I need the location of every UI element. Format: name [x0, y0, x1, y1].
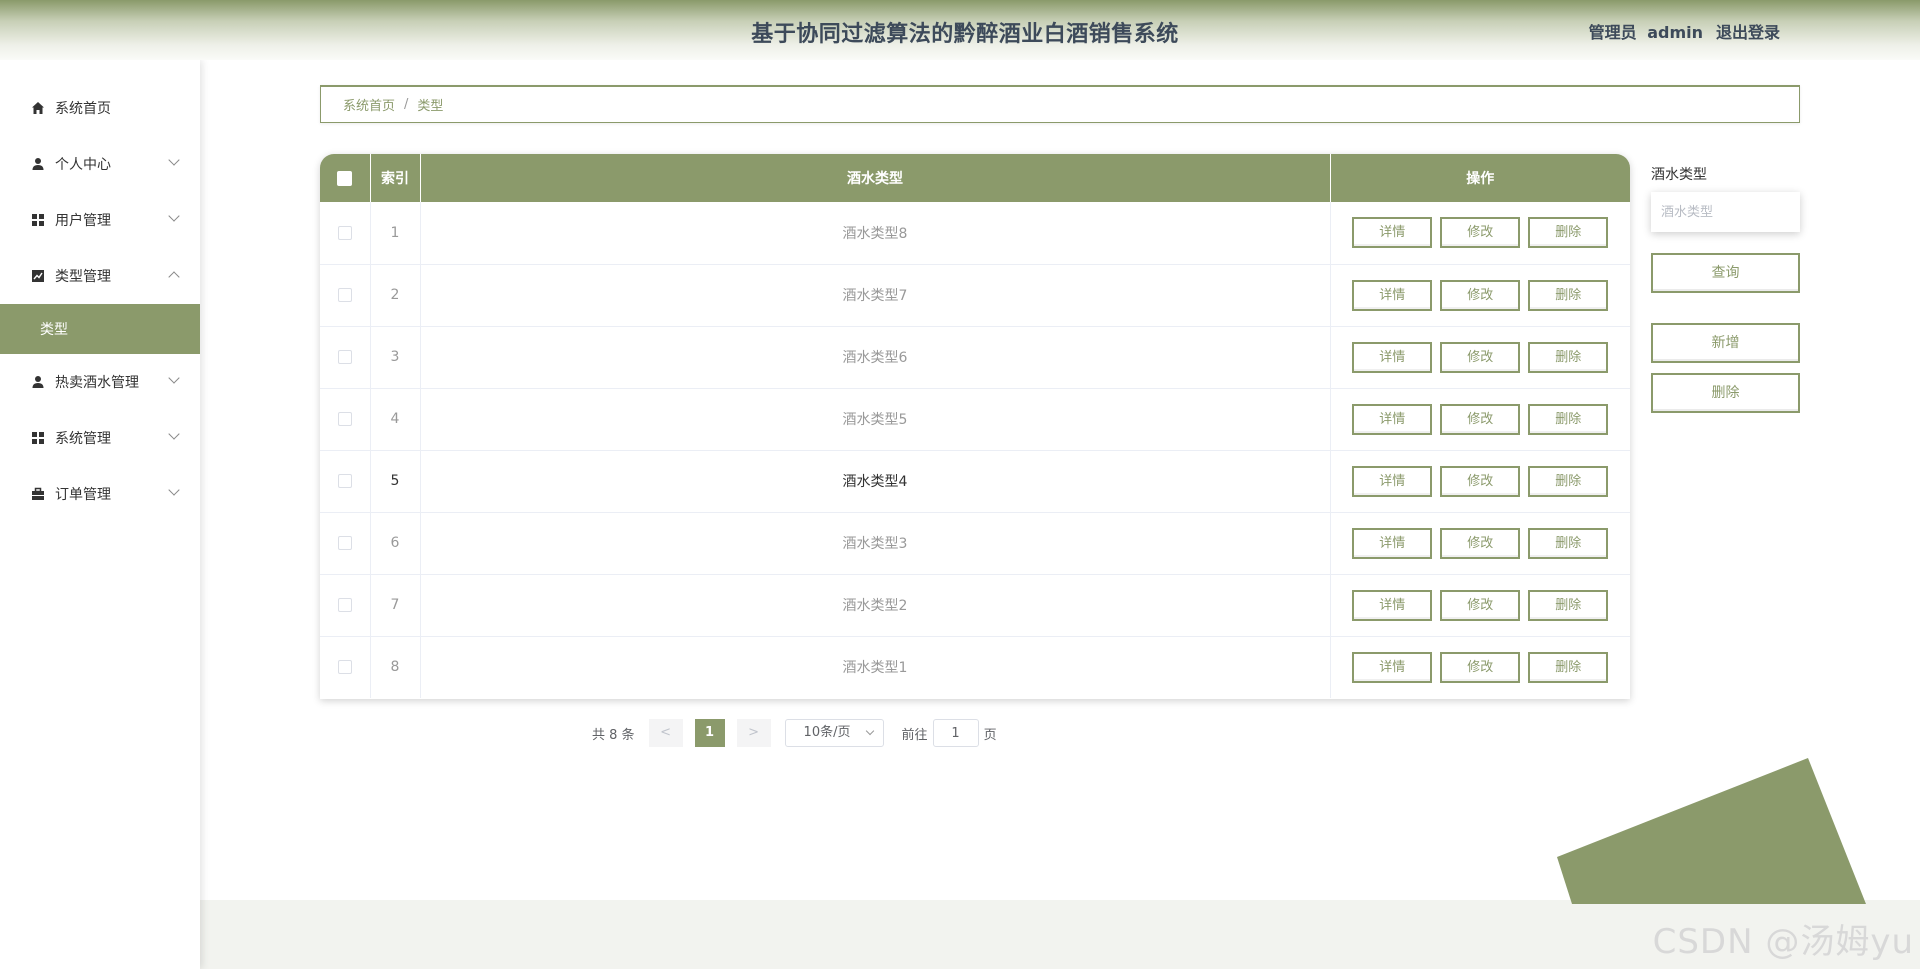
sidebar-item-label: 系统首页 — [55, 101, 111, 117]
sidebar-item-label: 类型管理 — [55, 269, 111, 285]
sidebar-item-users[interactable]: 用户管理 — [0, 192, 200, 248]
chevron-down-icon — [168, 154, 180, 166]
user-name: admin — [1647, 23, 1703, 42]
chevron-down-icon — [168, 372, 180, 384]
sidebar-item-label: 系统管理 — [55, 431, 111, 447]
sidebar-item-type-mgmt[interactable]: 类型管理 — [0, 248, 200, 304]
user-role: 管理员 — [1588, 23, 1637, 42]
sidebar-item-home[interactable]: 系统首页 — [0, 80, 200, 136]
chart-icon — [30, 269, 45, 284]
chevron-up-icon — [168, 271, 180, 283]
home-icon — [30, 101, 45, 116]
chevron-down-icon — [168, 428, 180, 440]
sidebar-item-orders[interactable]: 订单管理 — [0, 466, 200, 522]
sidebar-item-label: 热卖酒水管理 — [55, 375, 139, 391]
top-header: 基于协同过滤算法的黔醉酒业白酒销售系统 管理员 admin 退出登录 — [0, 0, 1920, 60]
user-info: 管理员 admin — [1589, 19, 1703, 43]
chevron-down-icon — [168, 484, 180, 496]
sidebar: 系统首页 个人中心 用户管理 类型管理 类型 热卖酒水管理 系统管理 订单管理 — [0, 60, 200, 969]
user-icon — [30, 375, 45, 390]
sidebar-item-hot-liquor[interactable]: 热卖酒水管理 — [0, 354, 200, 410]
sidebar-item-personal[interactable]: 个人中心 — [0, 136, 200, 192]
briefcase-icon — [30, 487, 45, 502]
sidebar-item-label: 个人中心 — [55, 157, 111, 173]
chevron-down-icon — [168, 210, 180, 222]
watermark: CSDN @汤姆yu — [1652, 922, 1914, 962]
user-icon — [30, 157, 45, 172]
grid-icon — [30, 213, 45, 228]
sidebar-item-label: 用户管理 — [55, 213, 111, 229]
grid-icon — [30, 431, 45, 446]
decorative-shape — [1557, 758, 1866, 904]
sidebar-subitem-type[interactable]: 类型 — [0, 304, 200, 354]
sidebar-item-label: 订单管理 — [55, 487, 111, 503]
sidebar-item-system[interactable]: 系统管理 — [0, 410, 200, 466]
logout-button[interactable]: 退出登录 — [1716, 19, 1780, 43]
